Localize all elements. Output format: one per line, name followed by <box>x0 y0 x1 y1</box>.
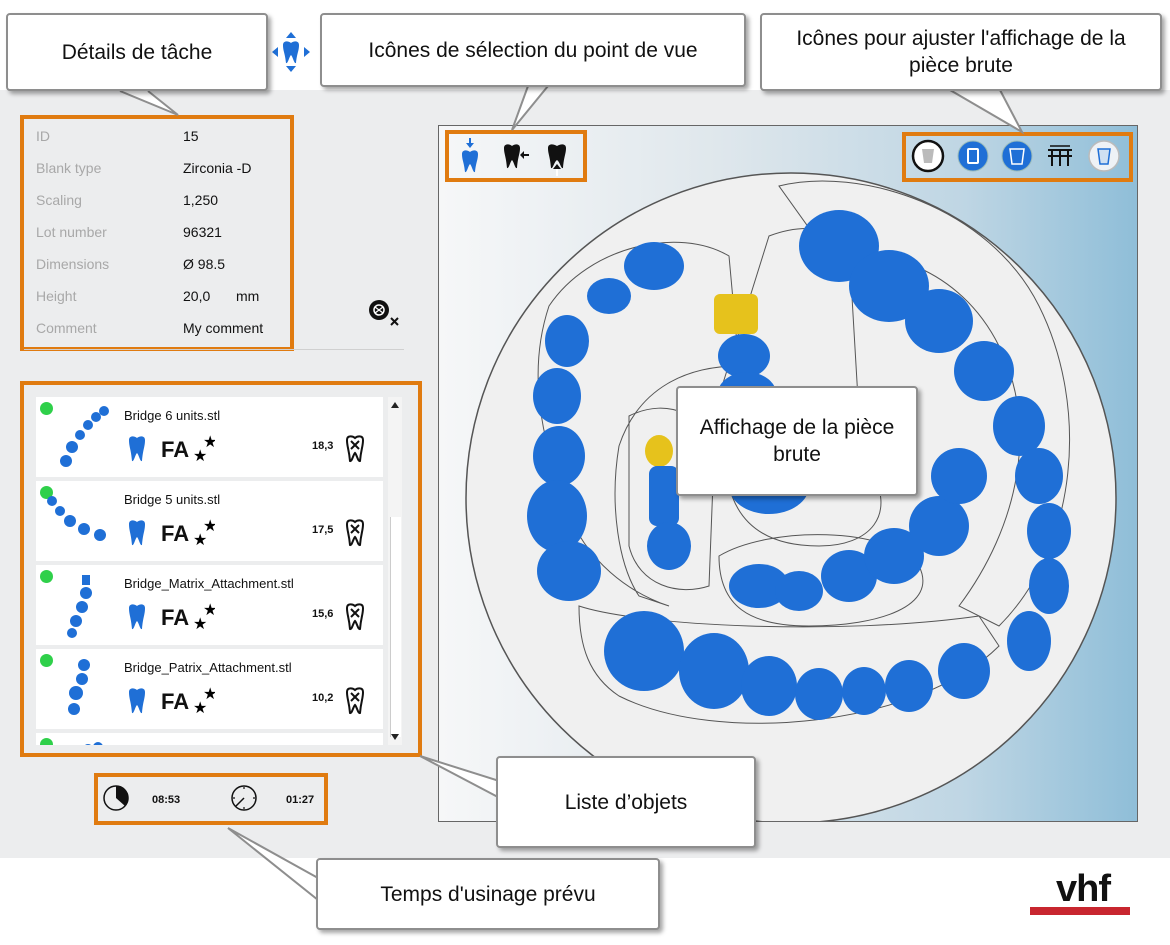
list-item[interactable]: Bridge 6 units.stl FA ★ ★ 18,3 <box>36 397 383 477</box>
svg-text:★: ★ <box>193 530 207 549</box>
object-value: 10,2 <box>312 692 334 704</box>
object-name: Bridge_Matrix_Attachment.stl <box>124 576 294 591</box>
lot-number-label: Lot number <box>36 224 107 240</box>
milling-tooth-icon <box>345 687 365 715</box>
object-name: Bridge 5 units.stl <box>124 492 221 507</box>
tooth-side-view-icon[interactable] <box>502 142 530 172</box>
svg-text:★: ★ <box>193 698 207 717</box>
blank-type-value: Zirconia -D <box>183 160 252 176</box>
blank-filled-icon[interactable] <box>1000 139 1034 173</box>
list-item[interactable] <box>36 733 383 745</box>
view-selection-callout: Icônes de sélection du point de vue <box>320 13 746 87</box>
vhf-logo: vhf <box>1030 868 1130 920</box>
comment-label: Comment <box>36 320 97 336</box>
list-item[interactable]: Bridge 5 units.stl FA ★ ★ 17,5 <box>36 481 383 561</box>
stars-icon: ★★ <box>193 685 215 717</box>
bridge-thumbnail <box>60 406 109 467</box>
height-label: Height <box>36 288 77 304</box>
list-item[interactable]: Bridge_Matrix_Attachment.stl FA ★ ★ 15,6 <box>36 565 383 645</box>
stopwatch-icon <box>231 785 257 811</box>
tooth-icon <box>129 520 145 546</box>
milling-tooth-icon <box>345 435 365 463</box>
object-list[interactable]: Bridge 6 units.stl FA ★ ★ 18,3 Bridge 5 u… <box>36 397 383 745</box>
machining-time-callout: Temps d'usinage prévu <box>316 858 660 930</box>
scroll-down-arrow[interactable] <box>391 734 399 740</box>
scroll-up-arrow[interactable] <box>391 402 399 408</box>
height-value: 20,0 <box>183 288 211 304</box>
milling-tooth-icon <box>345 603 365 631</box>
height-unit: mm <box>236 288 260 304</box>
remaining-time: 01:27 <box>286 794 315 806</box>
list-item[interactable]: Bridge_Patrix_Attachment.stl FA ★ ★ 10,2 <box>36 649 383 729</box>
bridge-thumbnail <box>67 575 92 638</box>
clock-icon <box>103 785 129 811</box>
blank-display-callout: Affichage de la pièce brute <box>676 386 918 496</box>
object-name: Bridge_Patrix_Attachment.stl <box>124 660 292 675</box>
dimensions-label: Dimensions <box>36 256 110 272</box>
blank-outline-icon[interactable] <box>911 139 945 173</box>
edit-blank-icon[interactable] <box>366 298 402 328</box>
task-details-divider <box>24 349 404 350</box>
tooth-bottom-view-icon[interactable] <box>545 142 569 176</box>
connectors-icon[interactable] <box>1044 140 1076 172</box>
object-name: Bridge 6 units.stl <box>124 408 221 423</box>
id-label: ID <box>36 128 50 144</box>
milling-tooth-icon <box>345 519 365 547</box>
blank-display-adjust-callout: Icônes pour ajuster l'affichage de la pi… <box>760 13 1162 91</box>
bridge-thumbnail <box>47 496 106 541</box>
svg-text:★: ★ <box>193 446 207 465</box>
id-value: 15 <box>183 128 199 144</box>
object-value: 15,6 <box>312 608 334 620</box>
tooth-icon <box>129 604 145 630</box>
stars-icon: ★★ <box>193 601 215 633</box>
svg-text:★: ★ <box>193 614 207 633</box>
tooth-top-view-icon[interactable] <box>458 138 482 174</box>
scrollbar-thumb[interactable] <box>390 517 401 737</box>
task-details-callout: Détails de tâche <box>6 13 268 91</box>
dimensions-value: Ø 98.5 <box>183 256 226 272</box>
tooth-icon <box>129 688 145 714</box>
total-time: 08:53 <box>152 794 181 806</box>
strategy-label: FA <box>161 437 190 462</box>
strategy-label: FA <box>161 605 190 630</box>
move-arrows-icon <box>270 30 312 74</box>
object-list-callout: Liste d’objets <box>496 756 756 848</box>
blank-type-label: Blank type <box>36 160 102 176</box>
lot-number-value: 96321 <box>183 224 222 240</box>
stars-icon: ★★ <box>193 517 215 549</box>
comment-value: My comment <box>183 320 264 336</box>
object-value: 18,3 <box>312 440 334 452</box>
vhf-logo-text: vhf <box>1056 868 1111 910</box>
stars-icon: ★★ <box>193 433 215 465</box>
object-list-scrollbar[interactable] <box>388 397 402 745</box>
bridge-thumbnail <box>85 742 103 745</box>
strategy-label: FA <box>161 521 190 546</box>
tooth-icon <box>129 436 145 462</box>
bridge-thumbnail <box>68 659 90 715</box>
scaling-value: 1,250 <box>183 192 219 208</box>
object-value: 17,5 <box>312 524 334 536</box>
scaling-label: Scaling <box>36 192 82 208</box>
strategy-label: FA <box>161 689 190 714</box>
blank-transparent-icon[interactable] <box>1087 139 1121 173</box>
blank-solid-icon[interactable] <box>956 139 990 173</box>
